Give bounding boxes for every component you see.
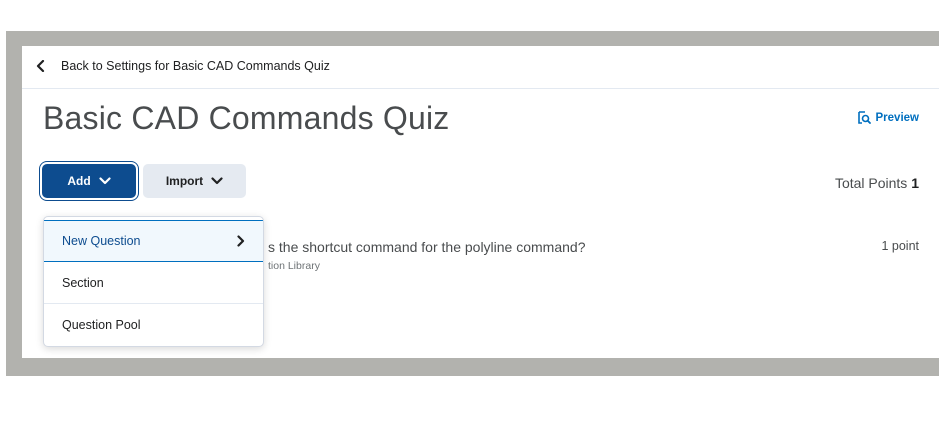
menu-item-section[interactable]: Section — [44, 262, 263, 304]
page-title: Basic CAD Commands Quiz — [43, 100, 450, 136]
question-title[interactable]: s the shortcut command for the polyline … — [268, 239, 586, 255]
menu-item-new-question[interactable]: New Question — [44, 220, 263, 262]
chevron-right-icon — [237, 235, 245, 247]
menu-item-question-pool[interactable]: Question Pool — [44, 304, 263, 346]
preview-icon — [857, 111, 871, 124]
total-points-value: 1 — [911, 175, 919, 191]
import-button[interactable]: Import — [143, 164, 246, 198]
add-button-label: Add — [67, 174, 91, 188]
menu-item-label: Section — [62, 275, 104, 290]
back-navigation-bar: Back to Settings for Basic CAD Commands … — [22, 46, 939, 89]
chevron-left-icon[interactable] — [36, 60, 46, 72]
add-dropdown-menu: New Question Section Question Pool — [43, 216, 264, 347]
question-points: 1 point — [881, 239, 919, 253]
chevron-down-icon — [211, 177, 223, 185]
question-source: tion Library — [268, 260, 320, 272]
import-button-label: Import — [165, 174, 204, 188]
menu-item-label: Question Pool — [62, 318, 141, 332]
chevron-down-icon — [99, 177, 111, 185]
preview-label: Preview — [875, 112, 919, 124]
total-points-label: Total Points — [834, 175, 908, 191]
menu-item-label: New Question — [62, 234, 141, 248]
preview-button[interactable]: Preview — [857, 111, 919, 125]
total-points: Total Points 1 — [835, 175, 919, 191]
back-to-settings-link[interactable]: Back to Settings for Basic CAD Commands … — [61, 59, 330, 73]
add-button[interactable]: Add — [42, 164, 136, 198]
